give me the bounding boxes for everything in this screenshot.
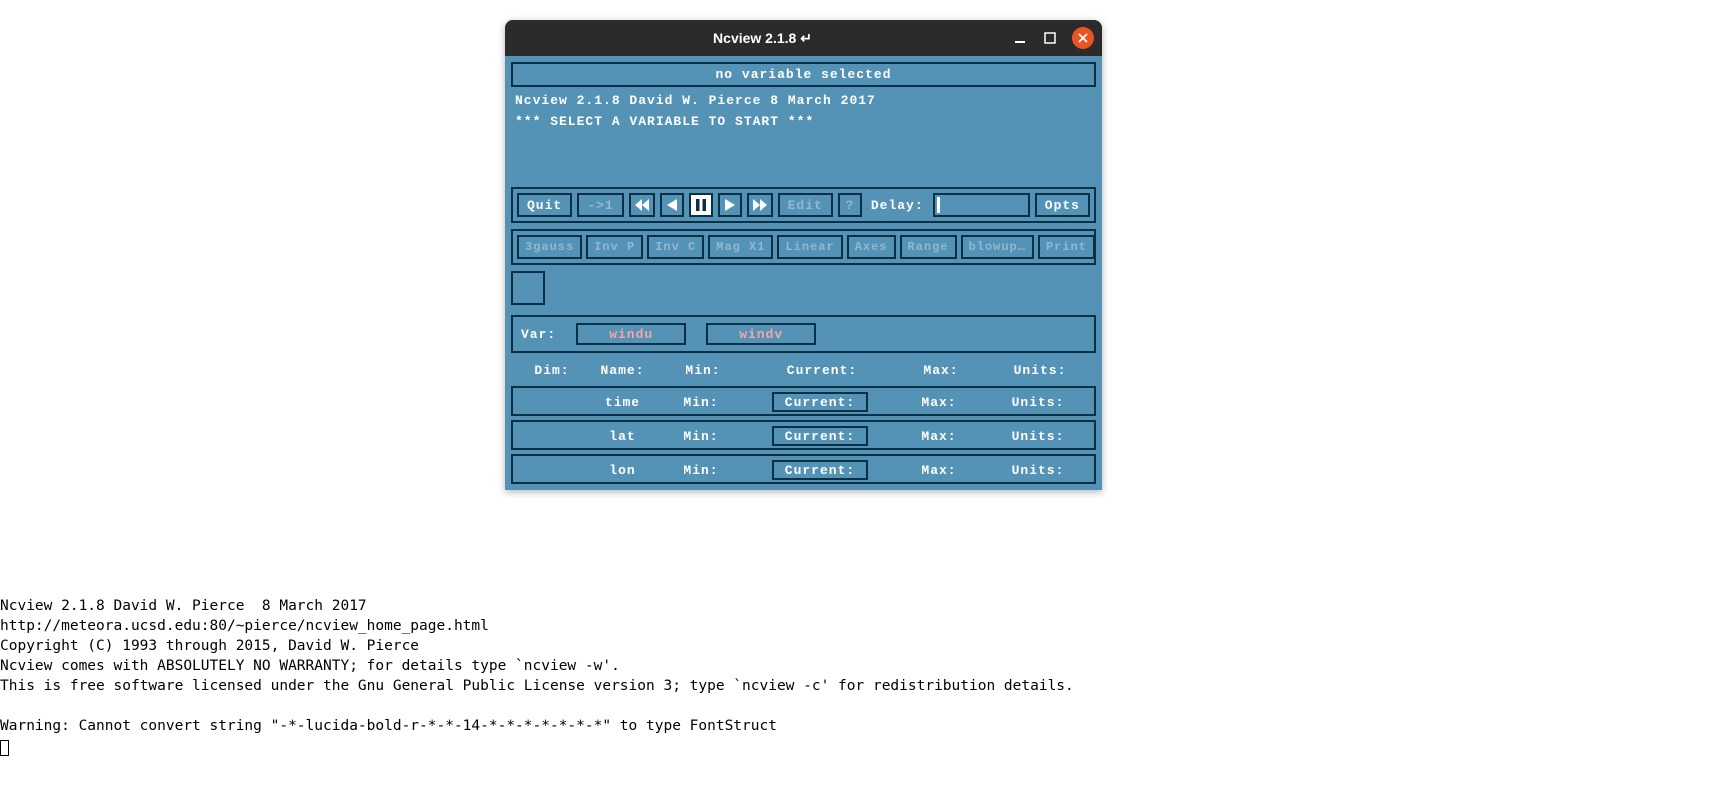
opts-button[interactable]: Opts (1035, 193, 1090, 217)
dim-max: Max: (894, 463, 984, 478)
term-line: This is free software licensed under the… (0, 678, 1074, 694)
axes-button[interactable]: Axes (847, 235, 896, 259)
delay-input[interactable] (933, 193, 1030, 217)
variable-row: Var: windu windv (511, 315, 1096, 353)
term-line: Ncview comes with ABSOLUTELY NO WARRANTY… (0, 658, 620, 674)
dim-col-current: Current: (752, 363, 892, 378)
dim-min: Min: (656, 429, 746, 444)
dim-units: Units: (988, 395, 1088, 410)
mag-button[interactable]: Mag X1 (708, 235, 773, 259)
dim-current-button[interactable]: Current: (772, 392, 868, 412)
goto-1-button[interactable]: ->1 (577, 193, 623, 217)
term-line: Warning: Cannot convert string "-*-lucid… (0, 718, 777, 734)
rewind-fast-icon[interactable] (629, 193, 655, 217)
dim-current-button[interactable]: Current: (772, 426, 868, 446)
colormap-swatch (511, 271, 545, 305)
inv-p-button[interactable]: Inv P (586, 235, 643, 259)
info-line-prompt: *** SELECT A VARIABLE TO START *** (515, 114, 1092, 129)
info-block: Ncview 2.1.8 David W. Pierce 8 March 201… (511, 91, 1096, 181)
dim-max: Max: (894, 395, 984, 410)
dim-header: Dim: Name: Min: Current: Max: Units: (511, 359, 1096, 382)
dim-name: lon (593, 463, 652, 478)
text-caret (937, 197, 940, 213)
window-controls (1012, 27, 1094, 49)
dim-col-min: Min: (658, 363, 748, 378)
delay-label: Delay: (867, 198, 928, 213)
dim-min: Min: (656, 463, 746, 478)
range-button[interactable]: Range (900, 235, 957, 259)
dim-row-time: time Min: Current: Max: Units: (511, 386, 1096, 416)
info-line-version: Ncview 2.1.8 David W. Pierce 8 March 201… (515, 93, 1092, 108)
blowup-button[interactable]: blowup… (961, 235, 1034, 259)
step-forward-icon[interactable] (718, 193, 742, 217)
var-windv-button[interactable]: windv (706, 323, 816, 345)
close-icon[interactable] (1072, 27, 1094, 49)
toolbar-playback: Quit ->1 Edit ? Delay: Opts (511, 187, 1096, 223)
inv-c-button[interactable]: Inv C (647, 235, 704, 259)
term-line: Copyright (C) 1993 through 2015, David W… (0, 638, 419, 654)
help-button[interactable]: ? (838, 193, 862, 217)
dim-col-dim: Dim: (517, 363, 587, 378)
minimize-icon[interactable] (1012, 30, 1028, 46)
dim-col-name: Name: (591, 363, 654, 378)
dim-name: lat (593, 429, 652, 444)
window-title: Ncview 2.1.8 ↵ (513, 30, 1012, 47)
dim-row-lat: lat Min: Current: Max: Units: (511, 420, 1096, 450)
print-button[interactable]: Print (1038, 235, 1095, 259)
dim-units: Units: (988, 463, 1088, 478)
dim-current-button[interactable]: Current: (772, 460, 868, 480)
terminal-cursor (0, 740, 9, 756)
dim-col-units: Units: (990, 363, 1090, 378)
quit-button[interactable]: Quit (517, 193, 572, 217)
linear-button[interactable]: Linear (777, 235, 842, 259)
colormap-button[interactable]: 3gauss (517, 235, 582, 259)
app-body: no variable selected Ncview 2.1.8 David … (505, 56, 1102, 490)
titlebar[interactable]: Ncview 2.1.8 ↵ (505, 20, 1102, 56)
term-line: http://meteora.ucsd.edu:80/~pierce/ncvie… (0, 618, 489, 634)
dim-name: time (593, 395, 652, 410)
term-line: Ncview 2.1.8 David W. Pierce 8 March 201… (0, 598, 367, 614)
dim-row-lon: lon Min: Current: Max: Units: (511, 454, 1096, 484)
ncview-window: Ncview 2.1.8 ↵ no variable selected Ncvi… (505, 20, 1102, 490)
pause-icon[interactable] (689, 193, 713, 217)
terminal-output: Ncview 2.1.8 David W. Pierce 8 March 201… (0, 596, 1074, 756)
edit-button[interactable]: Edit (778, 193, 833, 217)
dim-units: Units: (988, 429, 1088, 444)
dim-col-max: Max: (896, 363, 986, 378)
step-back-icon[interactable] (660, 193, 684, 217)
dim-min: Min: (656, 395, 746, 410)
maximize-icon[interactable] (1042, 30, 1058, 46)
dim-max: Max: (894, 429, 984, 444)
var-label: Var: (521, 327, 556, 342)
forward-fast-icon[interactable] (747, 193, 773, 217)
var-windu-button[interactable]: windu (576, 323, 686, 345)
toolbar-display: 3gauss Inv P Inv C Mag X1 Linear Axes Ra… (511, 229, 1096, 265)
status-bar: no variable selected (511, 62, 1096, 87)
